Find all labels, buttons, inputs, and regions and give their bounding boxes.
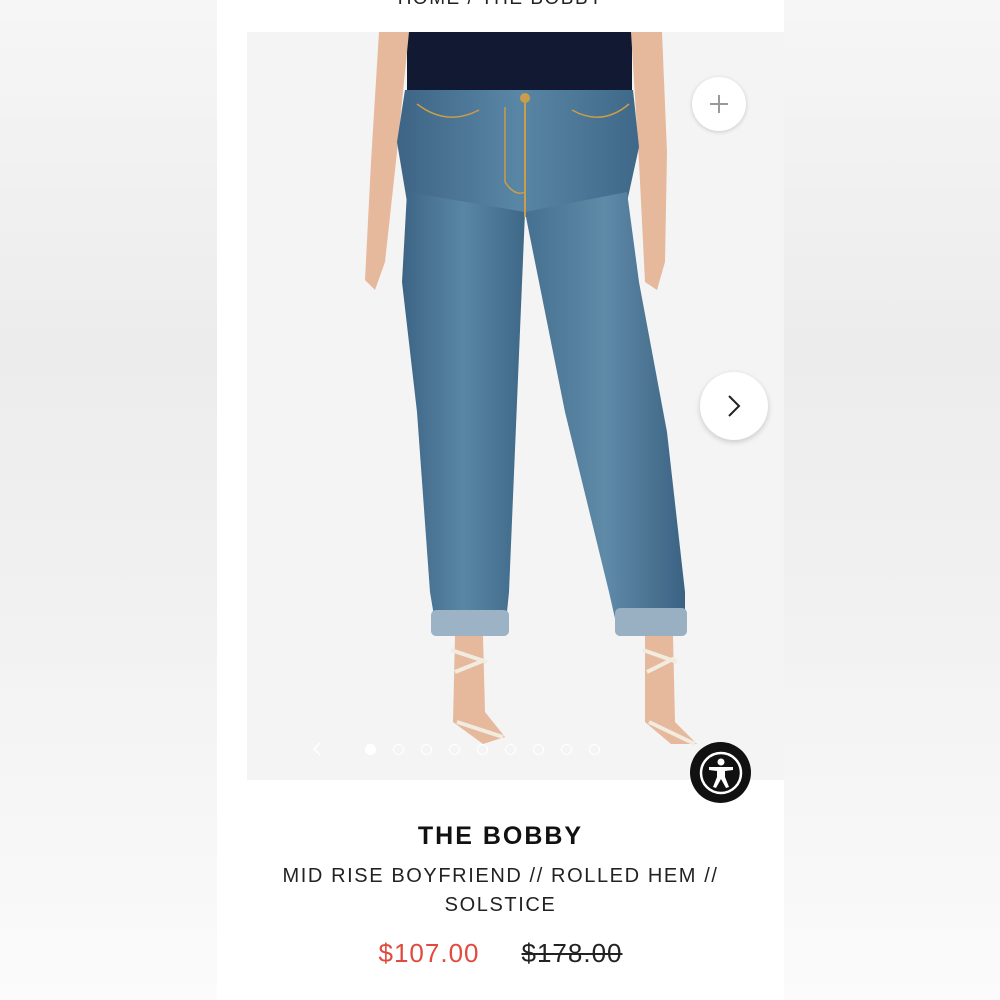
- product-page: HOME / THE BOBBY: [217, 0, 784, 1000]
- zoom-button[interactable]: [692, 77, 746, 131]
- prev-slide-arrow[interactable]: [310, 740, 324, 758]
- plus-icon: [710, 95, 728, 113]
- price-block: $107.00 $178.00: [217, 938, 784, 969]
- breadcrumb-home[interactable]: HOME: [398, 0, 461, 10]
- slide-dot-5[interactable]: [477, 743, 488, 755]
- background-blur-left: [0, 0, 217, 1000]
- accessibility-person-icon: [699, 751, 742, 794]
- next-image-button[interactable]: [700, 372, 768, 440]
- breadcrumb-current: THE BOBBY: [481, 0, 603, 10]
- slide-dot-6[interactable]: [505, 743, 516, 755]
- breadcrumb-separator: /: [467, 0, 474, 10]
- product-image-gallery[interactable]: [247, 32, 784, 780]
- slide-dot-2[interactable]: [393, 743, 404, 755]
- background-blur-right: [784, 0, 1000, 1000]
- original-price: $178.00: [521, 938, 623, 968]
- slide-dot-4[interactable]: [449, 743, 460, 755]
- product-subtitle: MID RISE BOYFRIEND // ROLLED HEM // SOLS…: [282, 865, 719, 916]
- slide-indicator: [365, 742, 600, 756]
- slide-dot-8[interactable]: [561, 743, 572, 755]
- accessibility-button[interactable]: [690, 742, 751, 803]
- breadcrumb: HOME / THE BOBBY: [217, 0, 784, 10]
- slide-dot-1[interactable]: [365, 743, 376, 755]
- slide-dot-9[interactable]: [589, 743, 600, 755]
- chevron-right-icon: [728, 395, 741, 417]
- slide-dot-3[interactable]: [421, 743, 432, 755]
- slide-dot-7[interactable]: [533, 743, 544, 755]
- product-title: THE BOBBY: [417, 822, 584, 850]
- sale-price: $107.00: [378, 938, 480, 968]
- chevron-left-icon: [312, 742, 321, 756]
